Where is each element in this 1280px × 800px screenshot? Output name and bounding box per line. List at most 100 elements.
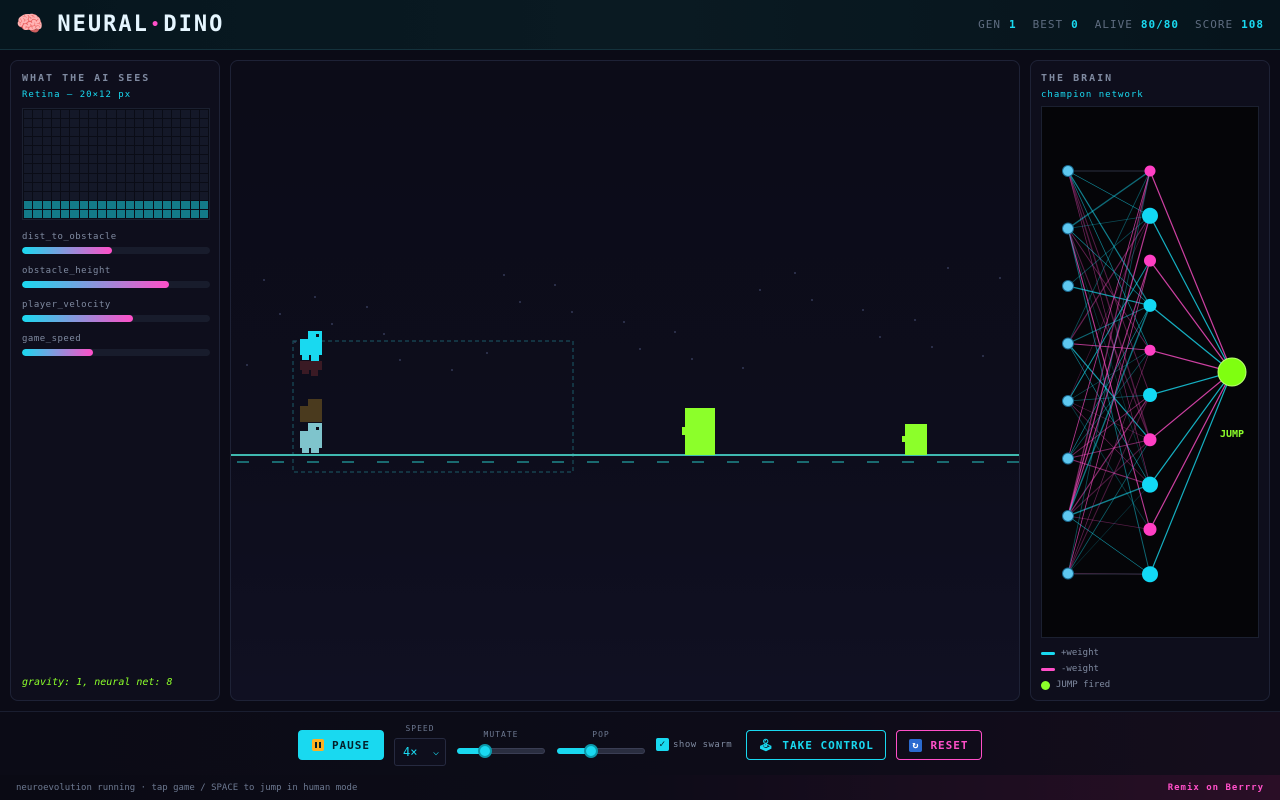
retina-pixel	[190, 200, 199, 209]
feature-bar	[22, 315, 210, 322]
pause-button[interactable]: PAUSE	[298, 730, 384, 760]
retina-pixel	[181, 137, 190, 146]
retina-pixel	[88, 209, 97, 218]
retina-pixel	[51, 128, 60, 137]
retina-pixel	[125, 110, 134, 119]
retina-pixel	[107, 110, 116, 119]
feature-obstacle-height: obstacle_height	[22, 266, 210, 288]
pop-slider[interactable]	[557, 744, 645, 758]
retina-grid	[22, 108, 210, 220]
slider-thumb[interactable]	[477, 744, 492, 758]
retina-pixel	[70, 119, 79, 128]
checkbox-checked-icon[interactable]: ✓	[656, 738, 669, 751]
retina-pixel	[162, 137, 171, 146]
retina-pixel	[24, 182, 33, 191]
retina-pixel	[107, 200, 116, 209]
stat-score-value: 108	[1241, 18, 1264, 31]
pause-label: PAUSE	[331, 738, 371, 752]
retina-pixel	[70, 164, 79, 173]
retina-pixel	[107, 173, 116, 182]
retina-pixel	[116, 110, 125, 119]
feature-bar-fill	[22, 315, 133, 322]
retina-pixel	[181, 110, 190, 119]
retina-pixel	[190, 209, 199, 218]
retina-pixel	[181, 146, 190, 155]
retina-pixel	[98, 128, 107, 137]
speed-value: 4×	[403, 745, 418, 759]
retina-pixel	[172, 146, 181, 155]
retina-pixel	[70, 173, 79, 182]
retina-pixel	[162, 164, 171, 173]
obstacle-cactus	[902, 424, 927, 455]
retina-pixel	[42, 110, 51, 119]
retina-pixel	[116, 200, 125, 209]
legend-positive-weight: +weight	[1041, 648, 1259, 658]
retina-pixel	[181, 200, 190, 209]
retina-pixel	[42, 182, 51, 191]
retina-pixel	[144, 119, 153, 128]
feature-dist-to-obstacle: dist_to_obstacle	[22, 232, 210, 254]
retina-pixel	[51, 155, 60, 164]
title-separator: •	[150, 17, 162, 33]
network-edge	[1149, 371, 1233, 575]
feature-player-velocity: player_velocity	[22, 300, 210, 322]
retina-pixel	[79, 119, 88, 128]
feature-label: player_velocity	[22, 300, 111, 310]
legend-swatch	[1041, 680, 1050, 690]
retina-pixel	[61, 119, 70, 128]
retina-pixel	[135, 164, 144, 173]
mutate-label: MUTATE	[483, 730, 519, 739]
hidden-neuron	[1143, 298, 1157, 312]
retina-pixel	[190, 191, 199, 200]
retina-pixel	[190, 164, 199, 173]
show-swarm-toggle[interactable]: ✓ show swarm	[656, 738, 732, 751]
brain-icon: 🧠	[16, 11, 44, 37]
retina-pixel	[190, 173, 199, 182]
retina-pixel	[33, 146, 42, 155]
feature-bar	[22, 349, 210, 356]
pop-label: POP	[592, 730, 610, 739]
take-control-button[interactable]: 🕹 TAKE CONTROL	[746, 730, 886, 760]
input-neuron	[1062, 165, 1074, 177]
dino-ghost-red	[300, 361, 322, 376]
slider-thumb[interactable]	[584, 744, 599, 758]
remix-link[interactable]: Remix on Berrry	[1168, 783, 1264, 793]
retina-pixel	[79, 173, 88, 182]
hidden-neuron	[1142, 207, 1158, 224]
brand: 🧠 NEURAL •DINO	[16, 12, 224, 37]
brain-panel: THE BRAIN champion network JUMP +weight …	[1030, 60, 1270, 701]
feature-label: dist_to_obstacle	[22, 232, 117, 242]
reset-button[interactable]: ↻ RESET	[896, 730, 982, 760]
retina-pixel	[116, 128, 125, 137]
game-canvas[interactable]	[230, 60, 1020, 701]
control-bar: PAUSE SPEED 4× ⌵ MUTATE POP ✓ show swarm…	[0, 711, 1280, 775]
title-dino: DINO	[163, 12, 225, 37]
retina-pixel	[61, 173, 70, 182]
retina-pixel	[61, 137, 70, 146]
retina-pixel	[190, 155, 199, 164]
input-neuron	[1062, 222, 1074, 235]
speed-select[interactable]: 4× ⌵	[394, 738, 446, 766]
retina-pixel	[135, 200, 144, 209]
retina-pixel	[51, 137, 60, 146]
retina-pixel	[172, 209, 181, 218]
retina-pixel	[172, 137, 181, 146]
retina-pixel	[107, 119, 116, 128]
retina-pixel	[199, 128, 208, 137]
network-edge	[1067, 170, 1151, 306]
brain-heading: THE BRAIN	[1041, 73, 1114, 84]
retina-pixel	[70, 146, 79, 155]
game-scene[interactable]	[231, 61, 1020, 701]
retina-pixel	[135, 182, 144, 191]
mutate-slider[interactable]	[457, 744, 545, 758]
stat-score-label: SCORE	[1195, 18, 1234, 31]
reset-label: RESET	[930, 738, 969, 752]
network-legend: +weight -weight JUMP fired	[1041, 648, 1259, 690]
network-edge	[1149, 371, 1233, 530]
retina-pixel	[33, 191, 42, 200]
retina-pixel	[172, 191, 181, 200]
feature-bar	[22, 247, 210, 254]
retina-pixel	[33, 128, 42, 137]
retina-pixel	[98, 119, 107, 128]
retina-pixel	[135, 119, 144, 128]
